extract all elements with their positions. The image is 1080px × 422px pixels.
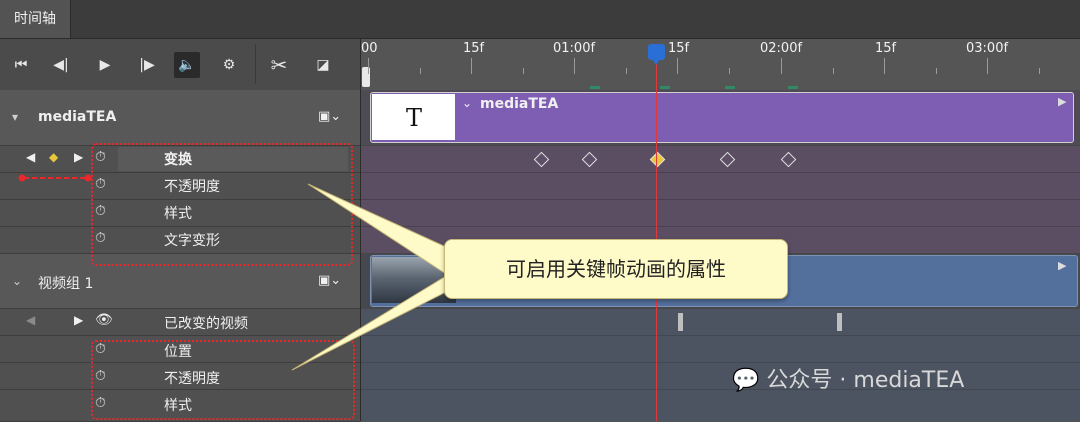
callout-pointer [291, 183, 447, 371]
eye-icon[interactable]: 👁 [95, 312, 113, 328]
previous-keyframe-icon[interactable]: ◀ [26, 313, 35, 327]
clip-end-arrow-icon[interactable]: ▶ [1058, 259, 1066, 272]
clip-end-arrow-icon[interactable]: ▶ [1058, 95, 1066, 108]
text-clip[interactable] [370, 92, 1074, 143]
chevron-down-icon[interactable]: ⌄ [12, 274, 22, 288]
clip-label: mediaTEA [480, 96, 559, 112]
ruler-tick [781, 58, 782, 74]
red-arrow-icon [18, 174, 92, 182]
ruler-tick [936, 68, 937, 74]
transition-icon[interactable]: ◪ [310, 52, 336, 78]
ruler-label: 01:00f [553, 41, 596, 56]
play-icon[interactable]: ▶ [92, 52, 118, 78]
changed-video-marker[interactable] [837, 313, 842, 331]
ruler-tick [471, 58, 472, 74]
callout-text: 可启用关键帧动画的属性 [506, 257, 726, 281]
band-divider [361, 199, 1080, 200]
ruler-label: 15f [875, 41, 897, 56]
band-divider [361, 362, 1080, 363]
band-divider [361, 389, 1080, 390]
ruler-tick [574, 58, 575, 74]
track-name: 视频组 1 [38, 276, 94, 292]
go-to-first-frame-icon[interactable]: ⏮ [8, 52, 34, 78]
ruler-tick [729, 68, 730, 74]
watermark-text: 公众号 · mediaTEA [766, 368, 965, 393]
ruler-tick [626, 68, 627, 74]
ruler-label: 02:00f [760, 41, 803, 56]
next-keyframe-icon[interactable]: ▶ [74, 150, 83, 164]
previous-keyframe-icon[interactable]: ◀ [26, 150, 35, 164]
ruler-label: 00 [361, 41, 378, 56]
cache-marker [590, 86, 600, 89]
tab-bar [0, 0, 1080, 39]
annotation-callout: 可启用关键帧动画的属性 [444, 239, 788, 299]
text-layer-icon: T [406, 104, 423, 132]
ruler-tick [677, 58, 678, 74]
playhead-handle[interactable] [648, 44, 665, 65]
next-frame-icon[interactable]: |▶ [134, 52, 160, 78]
chevron-down-icon[interactable]: ▾ [12, 110, 18, 124]
ruler-tick [420, 68, 421, 74]
ruler-tick [523, 68, 524, 74]
cache-marker [660, 86, 670, 89]
scissors-icon[interactable]: ✂ [266, 52, 292, 78]
film-icon[interactable]: ▣⌄ [318, 109, 341, 124]
watermark: 💬 公众号 · mediaTEA [732, 362, 964, 394]
band-divider [361, 335, 1080, 336]
ruler-tick [1039, 68, 1040, 74]
next-keyframe-icon[interactable]: ▶ [74, 313, 83, 327]
gear-icon[interactable]: ⚙ [216, 52, 242, 78]
previous-frame-icon[interactable]: ◀| [48, 52, 74, 78]
audio-icon[interactable]: 🔈 [174, 52, 200, 78]
property-label: 已改变的视频 [164, 316, 248, 332]
band-divider [361, 226, 1080, 227]
band-divider [361, 172, 1080, 173]
ruler-tick [833, 68, 834, 74]
changed-video-marker[interactable] [678, 313, 683, 331]
ruler-tick [987, 58, 988, 74]
chevron-down-icon[interactable]: ⌄ [462, 96, 472, 110]
add-keyframe-icon[interactable]: ◆ [49, 150, 58, 164]
ruler-label: 03:00f [966, 41, 1009, 56]
cache-marker [725, 86, 735, 89]
tab-timeline[interactable]: 时间轴 [0, 0, 71, 38]
track-name: mediaTEA [38, 109, 117, 125]
ruler-label: 15f [668, 41, 690, 56]
ruler-tick [368, 58, 369, 74]
wechat-icon: 💬 [732, 368, 760, 393]
ruler-label: 15f [463, 41, 485, 56]
ruler-tick [884, 58, 885, 74]
cache-marker [788, 86, 798, 89]
property-bands [361, 309, 1080, 421]
toolbar-divider [255, 44, 256, 84]
